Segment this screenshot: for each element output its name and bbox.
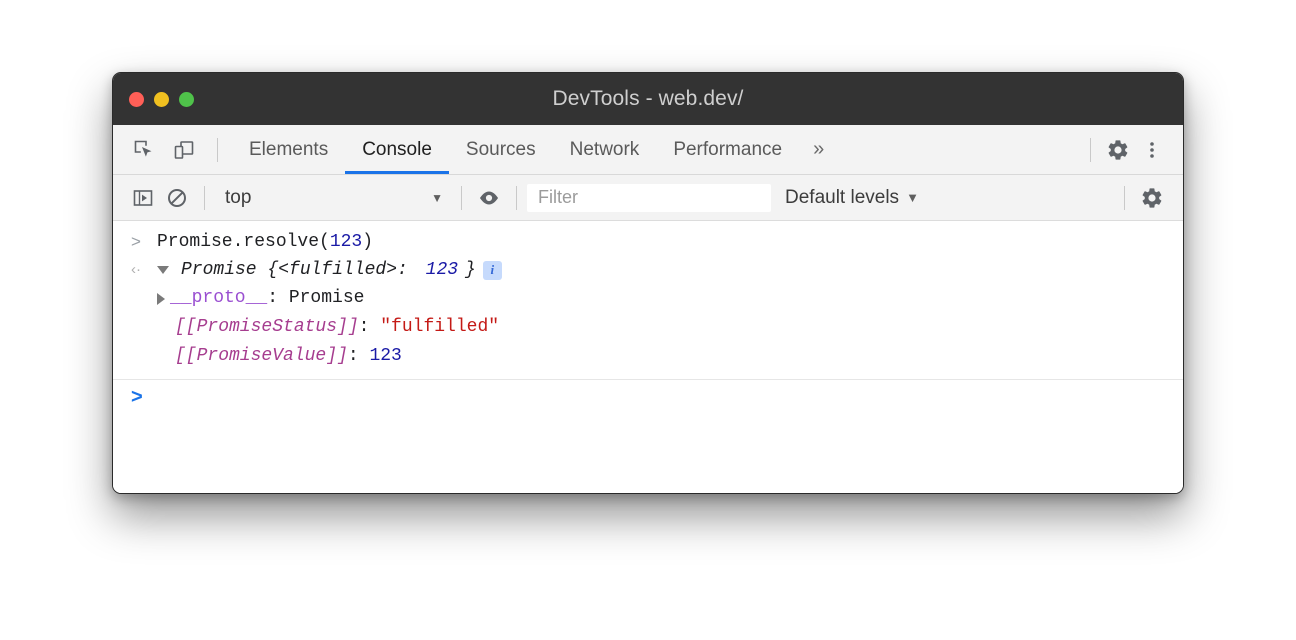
expand-triangle-down-icon[interactable] <box>157 266 169 274</box>
execution-context-label: top <box>225 187 251 209</box>
prompt-chevron-icon: > <box>131 386 143 409</box>
tab-console-label: Console <box>362 139 432 161</box>
log-levels-label: Default levels <box>785 187 899 209</box>
tabbar-divider-1 <box>217 138 218 162</box>
result-suffix: } <box>465 256 476 284</box>
window-title: DevTools - web.dev/ <box>553 87 744 111</box>
object-property-row-promise-value: [[PromiseValue]]: 123 <box>113 342 1183 371</box>
tab-sources-label: Sources <box>466 139 536 161</box>
tab-performance[interactable]: Performance <box>656 125 799 174</box>
screenshot-stage: DevTools - web.dev/ <box>0 0 1296 640</box>
tabbar-left-tools <box>113 125 228 174</box>
result-prefix: Promise {<fulfilled>: <box>181 256 419 284</box>
property-separator-promise-status: : <box>359 313 381 342</box>
gear-icon <box>1106 138 1130 162</box>
code-number: 123 <box>330 232 362 252</box>
devtools-settings-button[interactable] <box>1101 133 1135 167</box>
devtools-main-menu-button[interactable] <box>1135 133 1169 167</box>
window-titlebar: DevTools - web.dev/ <box>113 73 1183 125</box>
info-icon[interactable]: i <box>483 261 502 280</box>
tab-network[interactable]: Network <box>553 125 657 174</box>
console-divider-4 <box>1124 186 1125 210</box>
property-key-promise-value: [[PromiseValue]] <box>175 342 348 371</box>
console-sidebar-toggle-button[interactable] <box>126 181 160 215</box>
window-controls <box>129 73 194 125</box>
log-levels-selector[interactable]: Default levels ▼ <box>785 187 919 209</box>
expand-triangle-right-icon[interactable] <box>157 293 165 305</box>
code-prefix: Promise.resolve( <box>157 232 330 252</box>
tabbar-divider-2 <box>1090 138 1091 162</box>
property-separator-proto: : <box>267 284 289 313</box>
tab-performance-label: Performance <box>673 139 782 161</box>
console-divider-1 <box>204 186 205 210</box>
console-divider-2 <box>461 186 462 210</box>
code-suffix: ) <box>362 232 373 252</box>
property-key-promise-status: [[PromiseStatus]] <box>175 313 359 342</box>
result-number: 123 <box>426 256 458 284</box>
inspect-element-button[interactable] <box>127 133 161 167</box>
minimize-button[interactable] <box>154 92 169 107</box>
clear-console-icon <box>166 187 188 209</box>
property-key-proto: __proto__ <box>170 284 267 313</box>
console-input-code: Promise.resolve(123) <box>157 228 373 256</box>
console-input-prompt-icon: > <box>131 228 157 256</box>
object-property-row-proto[interactable]: __proto__: Promise <box>113 284 1183 313</box>
tab-elements-label: Elements <box>249 139 328 161</box>
console-settings-gear-icon <box>1140 186 1164 210</box>
tab-console[interactable]: Console <box>345 125 449 174</box>
kebab-menu-icon <box>1142 140 1162 160</box>
console-message-list[interactable]: > Promise.resolve(123) ‹· Promise {<fulf… <box>113 221 1183 494</box>
tab-sources[interactable]: Sources <box>449 125 553 174</box>
console-toolbar-right <box>1114 181 1183 215</box>
chevron-down-icon: ▼ <box>431 192 443 204</box>
more-tabs-button[interactable]: » <box>799 125 838 174</box>
zoom-button[interactable] <box>179 92 194 107</box>
console-filter-input[interactable]: Filter <box>527 184 771 212</box>
console-result-arrow-icon: ‹· <box>131 256 157 284</box>
object-property-row-promise-status: [[PromiseStatus]]: "fulfilled" <box>113 313 1183 342</box>
console-divider-3 <box>516 186 517 210</box>
execution-context-selector[interactable]: top ▼ <box>215 183 451 213</box>
live-expression-eye-icon <box>477 186 501 210</box>
chevron-down-icon-levels: ▼ <box>906 191 919 204</box>
console-prompt[interactable]: > <box>113 380 1183 414</box>
property-separator-promise-value: : <box>348 342 370 371</box>
console-input-message: > Promise.resolve(123) <box>113 221 1183 256</box>
device-toolbar-button[interactable] <box>167 133 201 167</box>
inspect-element-icon <box>133 139 155 161</box>
tab-elements[interactable]: Elements <box>232 125 345 174</box>
property-value-promise-value: 123 <box>369 342 401 371</box>
console-result-message: ‹· Promise {<fulfilled>: 123} i <box>113 256 1183 284</box>
console-settings-button[interactable] <box>1135 181 1169 215</box>
devtools-tabbar: Elements Console Sources Network Perform… <box>113 125 1183 175</box>
panel-tabs: Elements Console Sources Network Perform… <box>232 125 838 174</box>
console-result-preview[interactable]: Promise {<fulfilled>: 123} i <box>157 256 502 284</box>
devtools-window: DevTools - web.dev/ <box>112 72 1184 494</box>
console-filter-placeholder: Filter <box>538 187 578 208</box>
close-button[interactable] <box>129 92 144 107</box>
tabbar-right-tools <box>1080 125 1183 174</box>
console-toolbar: top ▼ Filter Default levels ▼ <box>113 175 1183 221</box>
property-value-promise-status: "fulfilled" <box>380 313 499 342</box>
device-toolbar-icon <box>173 139 195 161</box>
clear-console-button[interactable] <box>160 181 194 215</box>
console-sidebar-icon <box>132 187 154 209</box>
property-value-proto: Promise <box>289 284 365 313</box>
tab-network-label: Network <box>570 139 640 161</box>
create-live-expression-button[interactable] <box>472 181 506 215</box>
